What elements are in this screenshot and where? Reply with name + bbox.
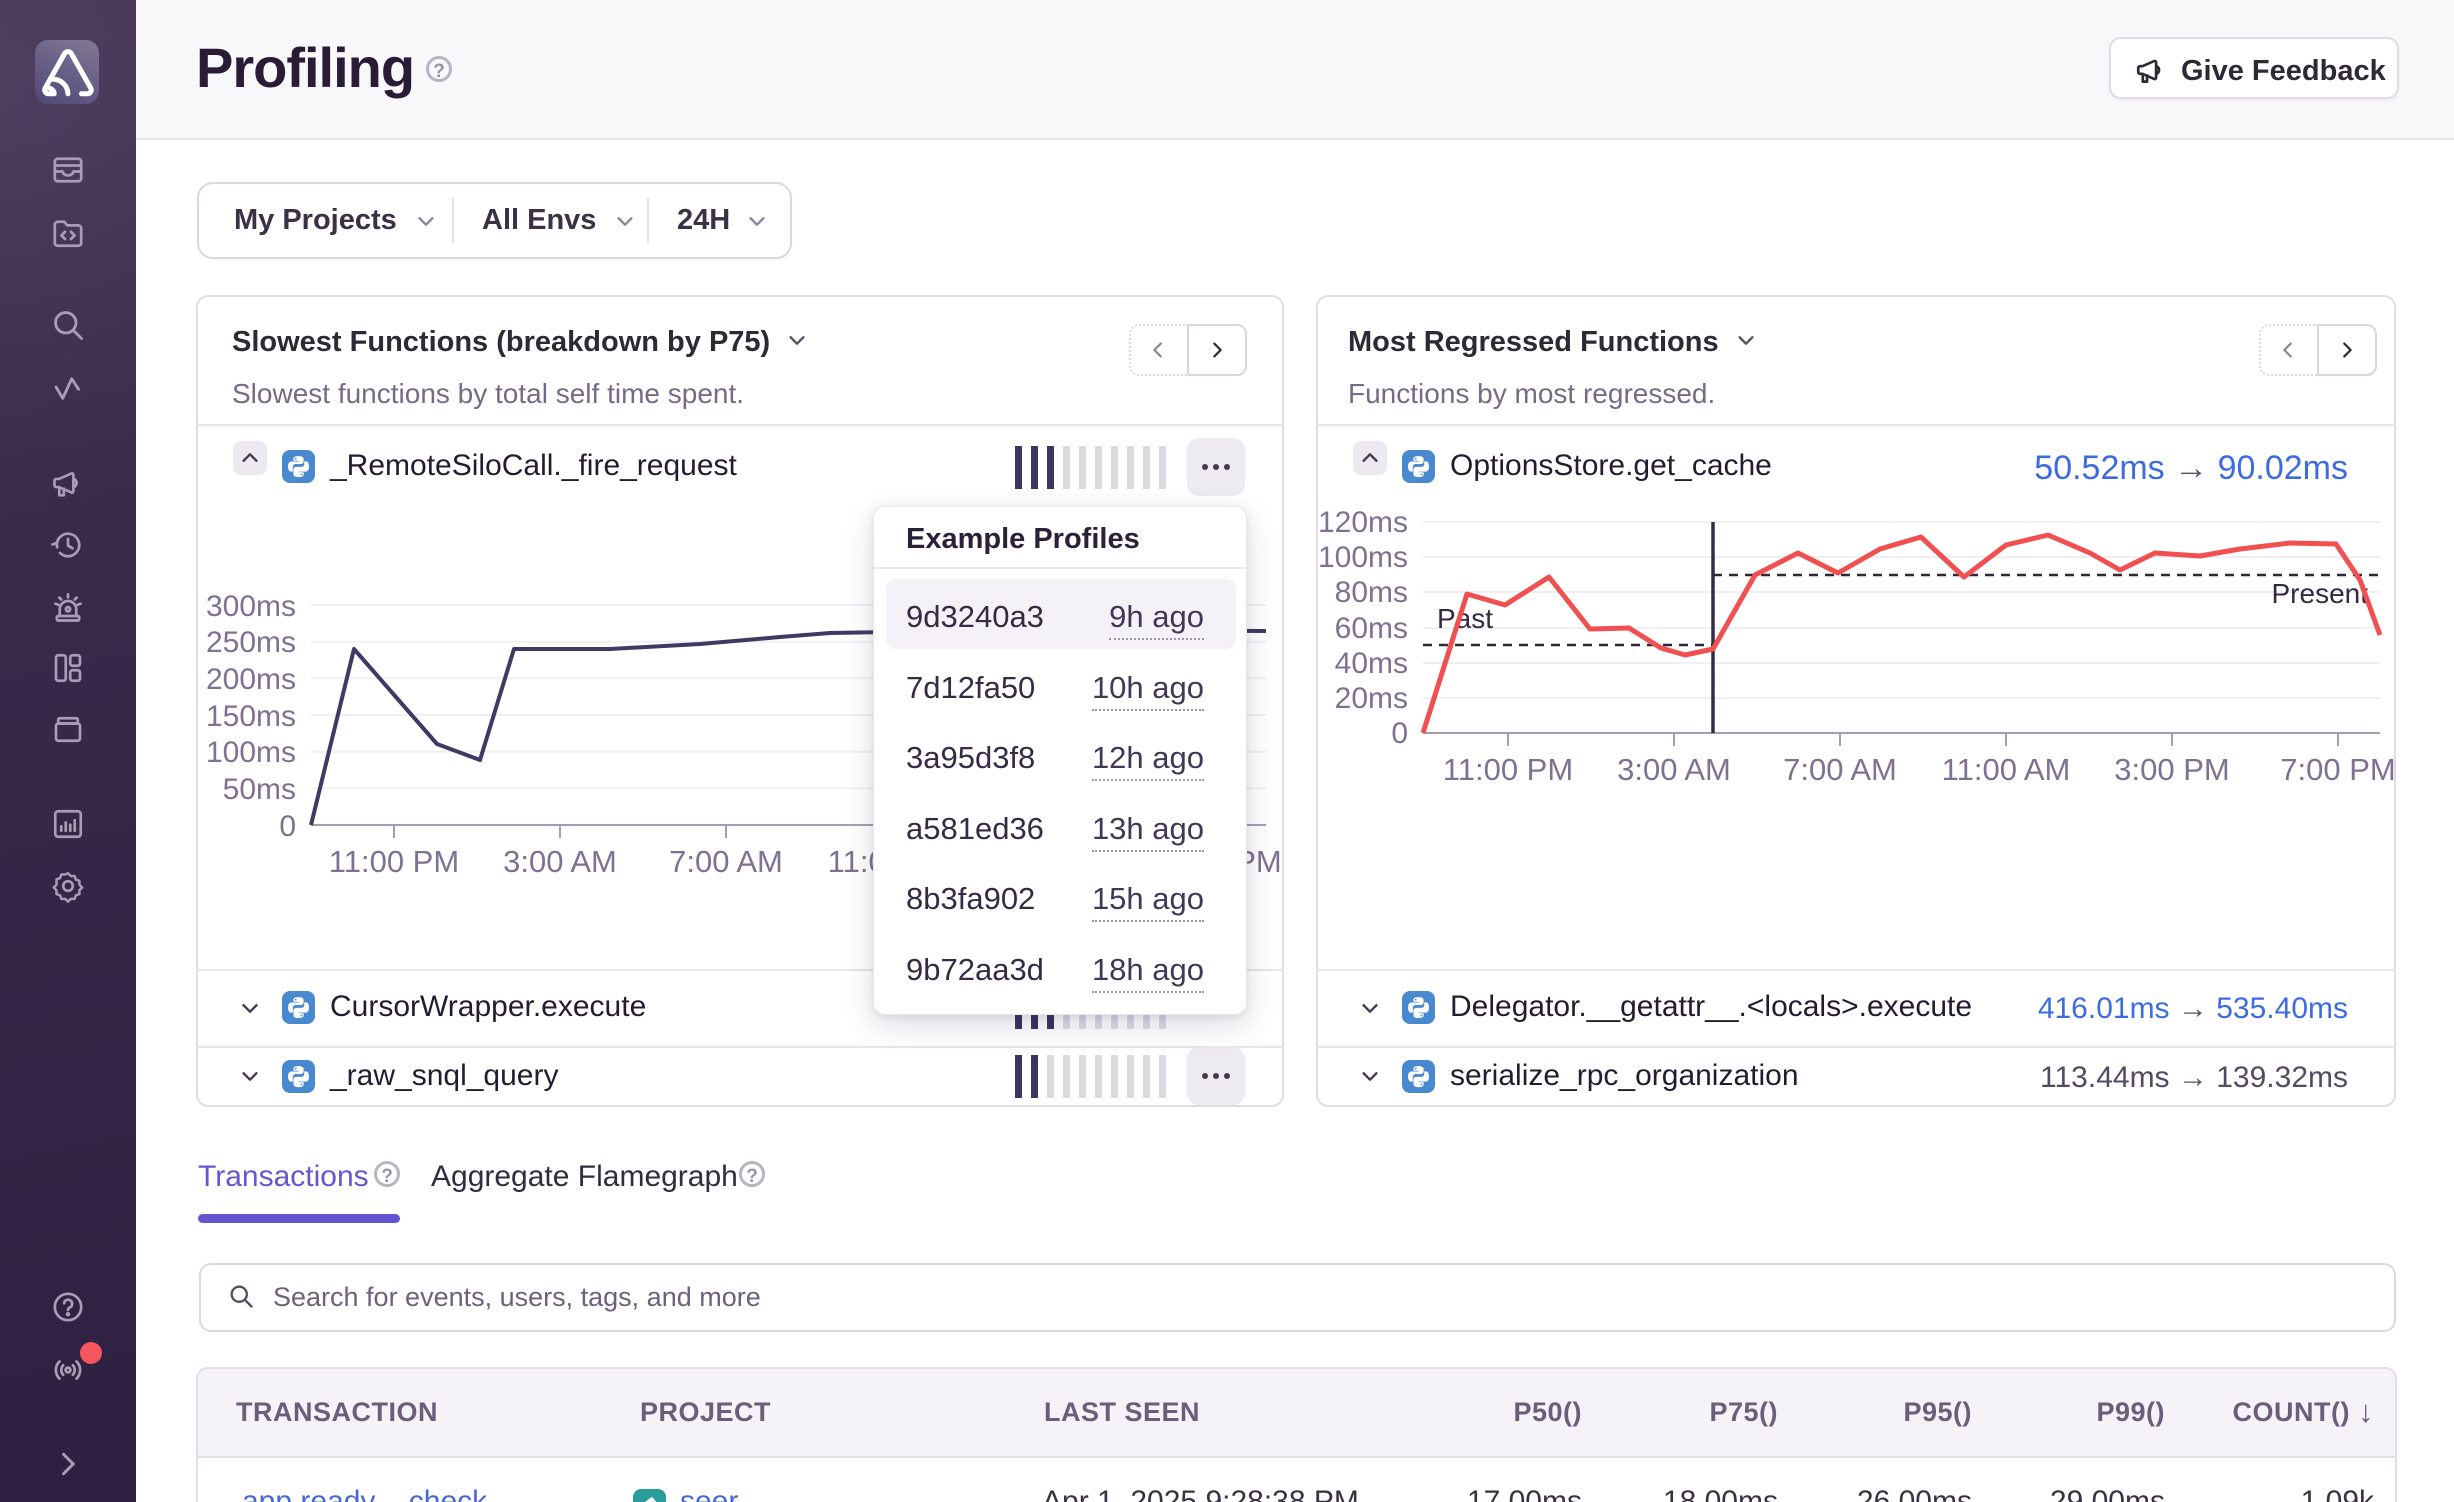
svg-text:3:00 PM: 3:00 PM — [2114, 752, 2229, 787]
svg-text:3:00 AM: 3:00 AM — [503, 844, 617, 879]
svg-text:60ms: 60ms — [1335, 612, 1408, 645]
svg-text:3:00 AM: 3:00 AM — [1617, 752, 1731, 787]
svg-text:300ms: 300ms — [206, 590, 296, 623]
svg-text:100ms: 100ms — [206, 736, 296, 769]
svg-text:0: 0 — [1391, 717, 1408, 750]
svg-text:Present: Present — [2272, 578, 2369, 609]
svg-text:80ms: 80ms — [1335, 576, 1408, 609]
svg-text:7:00 PM: 7:00 PM — [2280, 752, 2395, 787]
svg-text:11:00 PM: 11:00 PM — [329, 844, 459, 879]
svg-text:200ms: 200ms — [206, 663, 296, 696]
svg-text:0: 0 — [279, 810, 296, 843]
svg-text:20ms: 20ms — [1335, 682, 1408, 715]
svg-text:40ms: 40ms — [1335, 647, 1408, 680]
svg-text:7:00 AM: 7:00 AM — [669, 844, 783, 879]
svg-text:100ms: 100ms — [1318, 541, 1408, 574]
svg-text:250ms: 250ms — [206, 626, 296, 659]
svg-text:120ms: 120ms — [1318, 506, 1408, 539]
svg-text:11:00 AM: 11:00 AM — [1942, 752, 2071, 787]
svg-text:11:00 PM: 11:00 PM — [1443, 752, 1573, 787]
svg-text:150ms: 150ms — [206, 700, 296, 733]
svg-text:50ms: 50ms — [223, 773, 296, 806]
svg-text:7:00 AM: 7:00 AM — [1783, 752, 1897, 787]
